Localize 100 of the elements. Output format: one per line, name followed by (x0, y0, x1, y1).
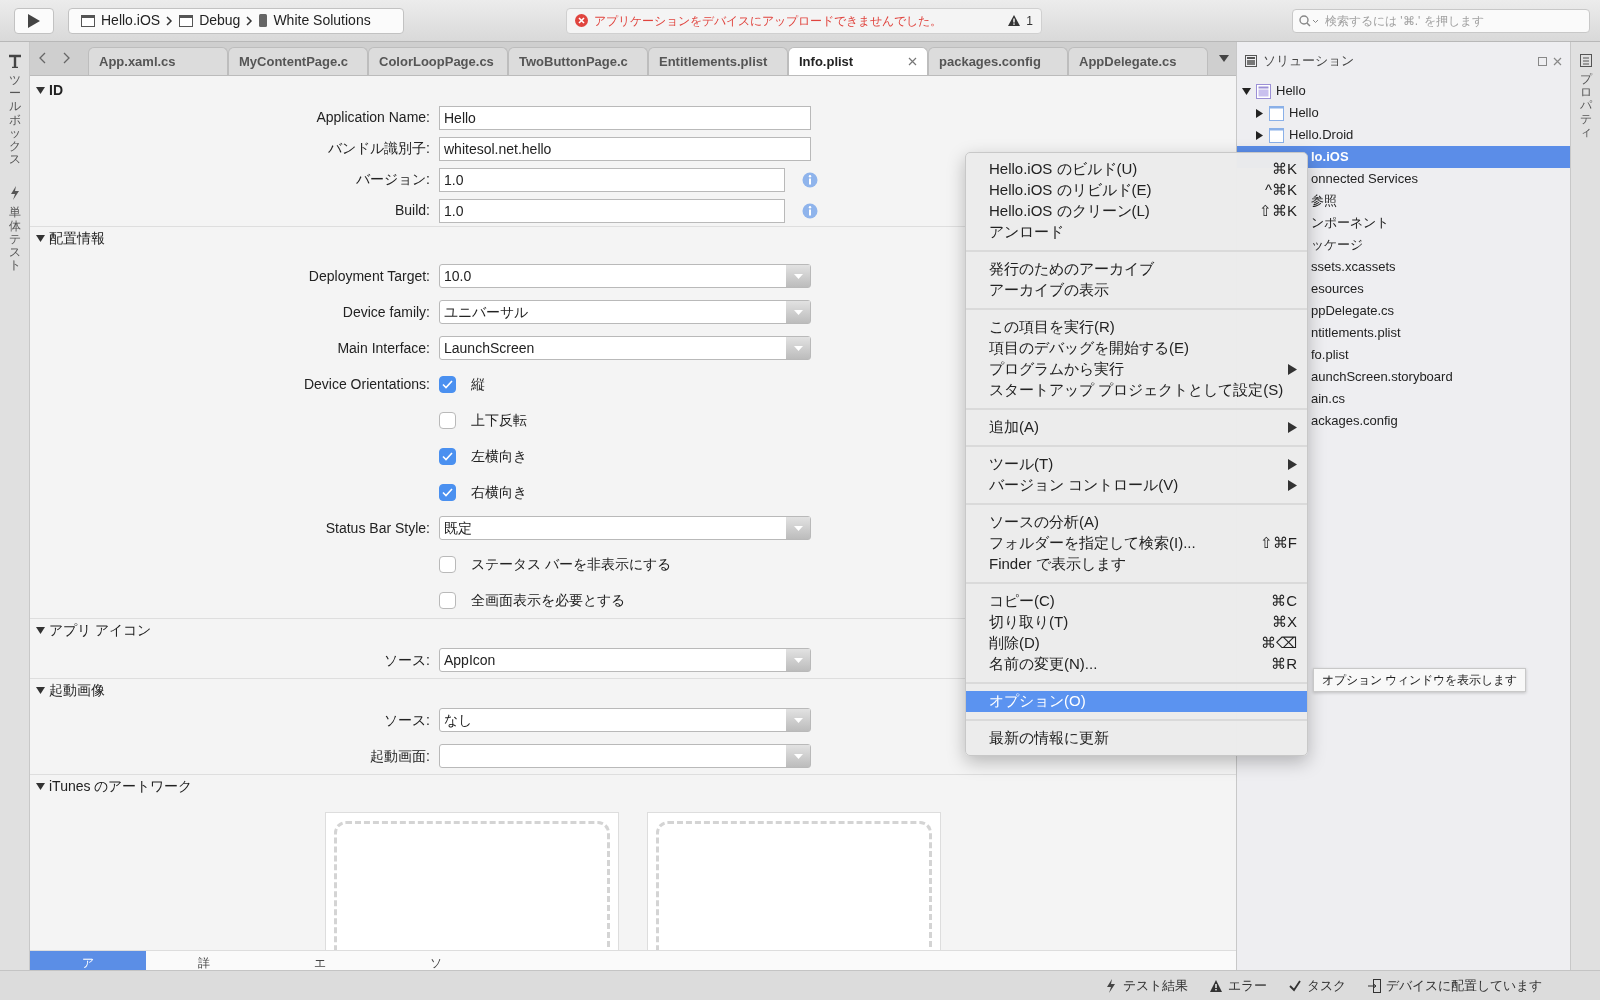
project-icon (1269, 127, 1284, 143)
run-button[interactable] (14, 7, 54, 34)
warning-icon (1008, 15, 1021, 26)
caret-icon (793, 273, 803, 279)
document-tab[interactable]: packages.config (928, 47, 1068, 75)
keyboard-shortcut: ⌘X (1272, 612, 1297, 633)
section-title: アプリ アイコン (49, 621, 151, 640)
checkbox[interactable] (439, 483, 456, 501)
dropdown[interactable]: AppIcon (439, 648, 811, 672)
document-tab[interactable]: MyContentPage.c (228, 47, 368, 75)
checkbox-label: 右横向き (471, 482, 527, 502)
checkbox[interactable] (439, 591, 456, 609)
window-icon (81, 14, 95, 27)
chevron-icon (166, 15, 174, 26)
dropdown[interactable]: 10.0 (439, 264, 811, 288)
status-item[interactable]: エラー (1210, 975, 1267, 996)
section-title: ID (49, 80, 63, 100)
collapse-arrow-icon[interactable] (36, 782, 45, 791)
collapse-arrow-icon[interactable] (36, 686, 45, 695)
error-icon (575, 14, 588, 27)
expand-arrow-icon[interactable] (1255, 108, 1264, 118)
field-label: ソース: (383, 650, 430, 670)
field-label: Application Name: (315, 108, 430, 127)
checkbox[interactable] (439, 411, 456, 429)
collapse-arrow-icon[interactable] (1242, 86, 1251, 96)
dropdown[interactable]: LaunchScreen (439, 336, 811, 360)
info-icon[interactable] (802, 202, 818, 219)
menu-item[interactable]: コピー(C) ⌘C (966, 591, 1307, 612)
document-tab[interactable]: Entitlements.plist (648, 47, 788, 75)
checkmark-icon (442, 451, 453, 461)
breadcrumb-item[interactable]: Hello.iOS (101, 10, 161, 31)
breadcrumb-item[interactable]: White Solutions (273, 10, 371, 31)
menu-item[interactable]: Hello.iOS のリビルド(E) ^⌘K (966, 180, 1307, 201)
caret-icon (793, 345, 803, 351)
checkbox[interactable] (439, 555, 456, 573)
window-icon (179, 14, 194, 27)
maximize-icon[interactable] (1538, 56, 1547, 66)
menu-item[interactable]: 切り取り(T) ⌘X (966, 612, 1307, 633)
document-tab[interactable]: TwoButtonPage.c (508, 47, 648, 75)
section-title: iTunes のアートワーク (49, 777, 193, 796)
search-field[interactable]: 検索するには '⌘.' を押します (1323, 10, 1583, 31)
info-icon[interactable] (802, 171, 818, 188)
document-tab[interactable]: App.xaml.cs (88, 47, 228, 75)
checkbox[interactable] (439, 447, 456, 465)
text-field[interactable]: 1.0 (439, 167, 785, 192)
status-item[interactable]: デバイスに配置しています (1368, 975, 1542, 996)
breadcrumb-item[interactable]: Debug (199, 10, 241, 31)
caret-icon (793, 753, 803, 759)
status-item[interactable]: テスト結果 (1105, 975, 1188, 996)
play-icon (27, 12, 41, 29)
view-tab[interactable]: エ (262, 951, 378, 970)
warning-count: 1 (1026, 12, 1033, 30)
tree-item[interactable]: Hello.Droid (1237, 124, 1570, 146)
status-item[interactable]: タスク (1289, 975, 1346, 996)
pad-tab[interactable]: プロパティ (1579, 73, 1592, 139)
breadcrumb-bar[interactable]: Hello.iOS Debug White Solutions (68, 7, 404, 34)
chevron-right-icon (62, 52, 70, 64)
tree-item[interactable]: Hello (1237, 102, 1570, 124)
caret-icon (793, 309, 803, 315)
checkbox[interactable] (439, 375, 456, 393)
text-field[interactable]: whitesol.net.hello (439, 136, 811, 161)
menu-item[interactable]: フォルダーを指定して検索(I)... ⇧⌘F (966, 533, 1307, 554)
menu-item[interactable]: 名前の変更(N)... ⌘R (966, 654, 1307, 675)
caret-icon (793, 717, 803, 723)
dropdown[interactable]: ユニバーサル (439, 300, 811, 324)
menu-item[interactable]: 削除(D) ⌘⌫ (966, 633, 1307, 654)
menu-item[interactable]: ソースの分析(A) (966, 512, 1307, 533)
checkbox-label: 上下反転 (471, 410, 527, 430)
dropdown[interactable]: なし (439, 708, 811, 732)
pad-tab[interactable]: 単体テスト (8, 206, 21, 273)
field-label: 起動画面: (369, 746, 430, 766)
document-tab[interactable]: ColorLoopPage.cs (368, 47, 508, 75)
document-tab[interactable]: Info.plist (788, 47, 928, 75)
keyboard-shortcut: ⇧⌘F (1259, 533, 1297, 554)
dropdown[interactable]: 既定 (439, 516, 811, 540)
pad-tab[interactable]: ツールボックス (8, 74, 21, 167)
menu-item[interactable]: バージョン コントロール(V) (966, 475, 1307, 496)
menu-item[interactable]: Finder で表示します (966, 554, 1307, 575)
text-field[interactable]: 1.0 (439, 198, 785, 223)
menu-item[interactable]: Hello.iOS のクリーン(L) ⇧⌘K (966, 201, 1307, 222)
search-box[interactable]: 検索するには '⌘.' を押します (1292, 8, 1590, 33)
menu-item[interactable]: 最新の情報に更新 (966, 728, 1307, 749)
document-tab[interactable]: AppDelegate.cs (1068, 47, 1208, 75)
tree-item[interactable]: Hello (1237, 80, 1570, 102)
dropdown[interactable] (439, 744, 811, 768)
text-field[interactable]: Hello (439, 105, 811, 130)
menu-item[interactable]: スタートアップ プロジェクトとして設定(S) (966, 380, 1307, 401)
view-tab[interactable]: 詳 (146, 951, 262, 970)
collapse-arrow-icon[interactable] (36, 626, 45, 635)
menu-item[interactable]: ツール(T) (966, 454, 1307, 475)
close-icon[interactable] (908, 57, 917, 66)
keyboard-shortcut: ⌘C (1271, 591, 1297, 612)
collapse-arrow-icon[interactable] (36, 234, 45, 243)
collapse-arrow-icon[interactable] (36, 85, 45, 95)
close-icon[interactable] (1553, 56, 1562, 66)
expand-arrow-icon[interactable] (1255, 130, 1264, 140)
view-tab[interactable]: ソ (378, 951, 494, 970)
caret-icon (793, 525, 803, 531)
field-label: Device Orientations: (302, 374, 430, 394)
solution-icon (1256, 83, 1271, 99)
